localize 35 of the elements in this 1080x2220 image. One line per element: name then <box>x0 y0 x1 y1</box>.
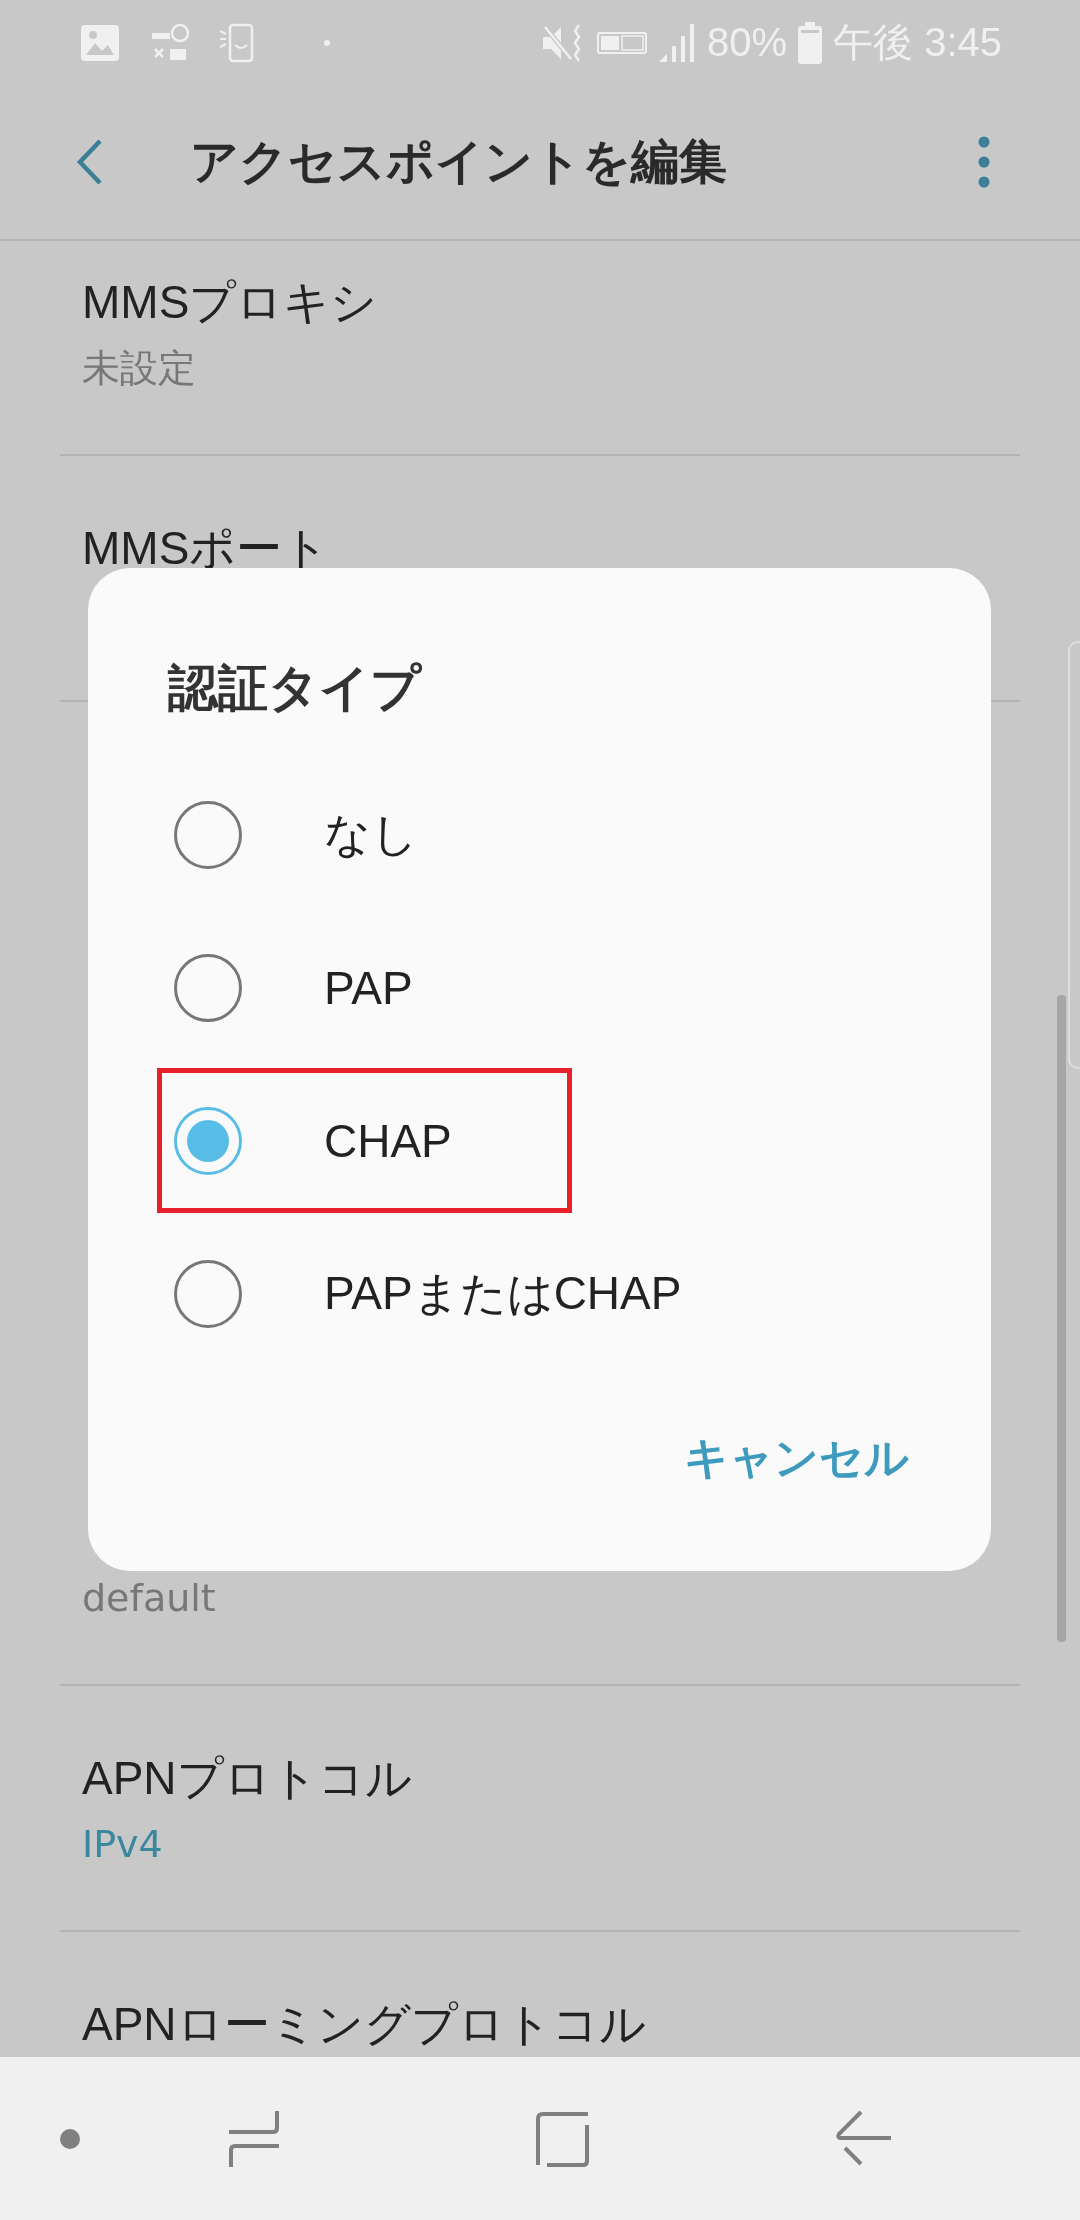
dot-icon <box>60 2128 80 2149</box>
notification-dot <box>324 39 330 46</box>
battery-icon <box>797 21 824 64</box>
dialog-title: 認証タイプ <box>168 658 423 718</box>
radio-option[interactable]: なし <box>88 758 991 911</box>
volte-icon <box>596 31 647 54</box>
option-label: PAPまたはCHAP <box>324 1265 682 1321</box>
more-icon <box>978 136 990 188</box>
radio-option[interactable]: PAP <box>88 911 991 1064</box>
setting-title: MMSプロキシ <box>82 275 379 330</box>
setting-row[interactable]: APNプロトコル IPv4 <box>60 1686 1020 1932</box>
home-icon[interactable] <box>535 2110 591 2167</box>
setting-value: default <box>82 1575 217 1622</box>
setting-row[interactable]: MMSプロキシ 未設定 <box>60 241 1020 456</box>
option-label: なし <box>324 806 418 862</box>
setting-value: 未設定 <box>82 345 197 392</box>
recents-icon[interactable] <box>227 2108 281 2169</box>
setting-value: IPv4 <box>82 1821 164 1868</box>
image-icon <box>80 23 120 62</box>
setting-title: APNローミングプロトコル <box>82 1997 647 2052</box>
back-icon[interactable] <box>835 2109 891 2168</box>
screen-title: アクセスポイントを編集 <box>190 132 728 191</box>
radio-option[interactable]: CHAP <box>88 1064 991 1217</box>
option-label: PAP <box>324 960 413 1015</box>
radio-button[interactable] <box>174 800 242 869</box>
setting-title: MMSポート <box>82 521 331 576</box>
radio-button[interactable] <box>174 953 242 1022</box>
option-label: CHAP <box>324 1113 452 1168</box>
radio-option[interactable]: PAPまたはCHAP <box>88 1217 991 1370</box>
radio-button[interactable] <box>174 1259 242 1328</box>
setting-title: APNプロトコル <box>82 1751 413 1806</box>
radio-button[interactable] <box>174 1106 242 1175</box>
more-button[interactable] <box>978 136 990 188</box>
phone-face-icon <box>220 22 254 63</box>
back-icon <box>76 137 104 187</box>
